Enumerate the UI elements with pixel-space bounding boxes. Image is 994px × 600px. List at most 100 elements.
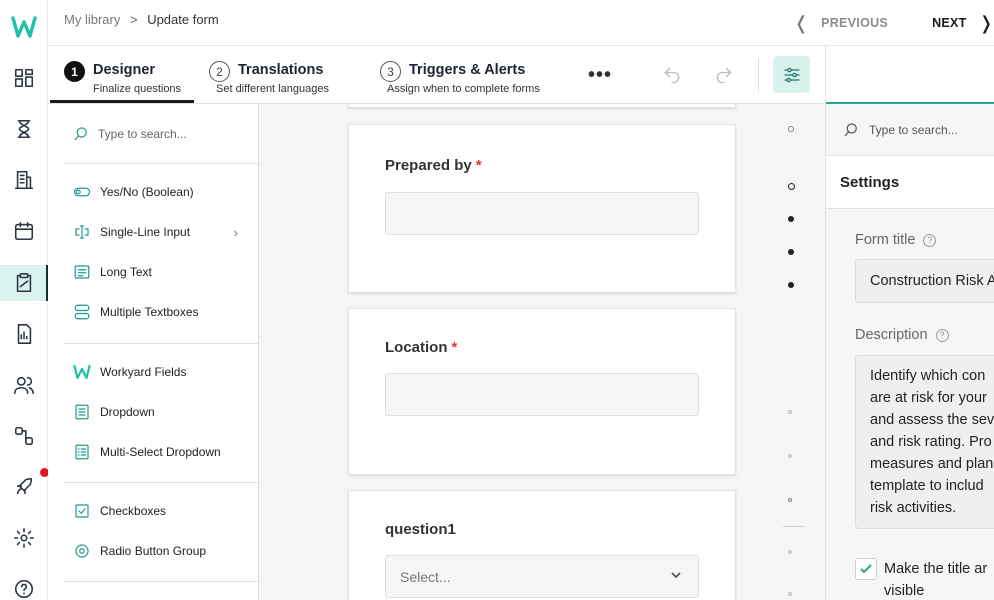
palette-item-workyard-fields[interactable]: Workyard Fields (72, 362, 252, 382)
question-card-previous[interactable] (348, 104, 736, 108)
previous-button[interactable]: ❬ PREVIOUS (794, 13, 888, 34)
question-text-input[interactable] (385, 192, 699, 235)
step-number: 1 (64, 61, 85, 82)
minimap-marker[interactable] (788, 282, 794, 288)
step-number: 3 (380, 61, 401, 82)
active-tab-underline (50, 100, 194, 103)
title-visible-checkbox-row[interactable]: Make the title ar visible (855, 558, 994, 600)
dashboard-icon[interactable] (12, 66, 36, 90)
form-title-label: Form title ? (855, 232, 937, 248)
palette-item-label: Yes/No (Boolean) (100, 185, 194, 199)
tab-triggers-alerts[interactable]: 3 Triggers & Alerts Assign when to compl… (380, 60, 540, 95)
workflow-icon[interactable] (12, 424, 36, 448)
previous-label: PREVIOUS (821, 16, 889, 30)
question-card[interactable]: Location * (348, 308, 736, 475)
gear-icon[interactable] (12, 526, 36, 550)
palette-item-label: Multiple Textboxes (100, 305, 199, 319)
undo-icon[interactable] (662, 65, 684, 85)
palette-group-selects: Workyard Fields Dropdown Multi-Select Dr… (64, 344, 258, 483)
users-icon[interactable] (12, 373, 36, 397)
dropdown-placeholder: Select... (400, 568, 451, 585)
palette-item-multiple-textboxes[interactable]: Multiple Textboxes (72, 302, 252, 322)
settings-heading: Settings (826, 156, 994, 209)
description-line: and assess the sev (870, 412, 994, 428)
minimap-marker[interactable] (788, 550, 792, 554)
minimap-marker[interactable] (788, 249, 794, 255)
clipboard-icon[interactable] (12, 271, 36, 295)
workyard-icon (72, 362, 92, 382)
description-line: and risk rating. Pro (870, 434, 992, 450)
text-cursor-icon (72, 222, 92, 242)
workyard-logo-icon[interactable] (11, 14, 37, 40)
palette-group-inputs: Yes/No (Boolean) Single-Line Input › Lon… (64, 164, 258, 344)
minimap-marker[interactable] (788, 410, 792, 414)
building-icon[interactable] (12, 168, 36, 192)
palette-item-label: Single-Line Input (100, 225, 191, 239)
tab-subtitle: Set different languages (216, 83, 329, 95)
settings-panel-toggle-button[interactable] (773, 56, 810, 93)
tab-subtitle: Finalize questions (93, 83, 182, 95)
palette-item-long-text[interactable]: Long Text (72, 262, 252, 282)
question-dropdown[interactable]: Select... (385, 555, 699, 598)
title-visible-label: Make the title ar visible (884, 558, 994, 600)
info-icon[interactable]: ? (923, 233, 937, 247)
redo-icon[interactable] (714, 65, 736, 85)
top-bar: My library > Update form ❬ PREVIOUS NEXT… (48, 0, 994, 46)
palette-group-choices: Checkboxes Radio Button Group (64, 483, 258, 582)
question-card[interactable]: Prepared by * (348, 124, 736, 293)
description-line: are at risk for your (870, 390, 987, 406)
description-line: template to includ (870, 478, 984, 494)
minimap-marker[interactable] (788, 454, 792, 458)
more-options-button[interactable]: ••• (588, 64, 612, 87)
minimap-marker-current[interactable] (788, 183, 795, 190)
palette-item-checkboxes[interactable]: Checkboxes (72, 501, 252, 521)
calendar-icon[interactable] (12, 219, 36, 243)
report-icon[interactable] (12, 322, 36, 346)
settings-search-input[interactable]: Type to search... (826, 104, 994, 156)
palette-item-multi-select-dropdown[interactable]: Multi-Select Dropdown (72, 442, 252, 462)
palette-item-radio-button-group[interactable]: Radio Button Group (72, 541, 252, 561)
form-title-input[interactable]: Construction Risk A (855, 259, 994, 303)
minimap-marker[interactable] (788, 216, 794, 222)
tab-designer[interactable]: 1 Designer Finalize questions (64, 60, 181, 95)
palette-item-yes-no[interactable]: Yes/No (Boolean) (72, 182, 252, 202)
description-label-text: Description (855, 327, 928, 343)
question-card[interactable]: question1 Select... (348, 490, 736, 600)
minimap-marker[interactable] (788, 126, 794, 132)
question-label-text: Prepared by (385, 157, 472, 174)
checkmark-icon (860, 564, 872, 574)
info-icon[interactable]: ? (935, 328, 949, 342)
search-icon (844, 122, 857, 136)
breadcrumb: My library > Update form (64, 12, 219, 27)
next-label: NEXT (932, 16, 967, 30)
chevron-right-icon: > (129, 12, 138, 27)
chevron-left-icon: ❬ (793, 12, 810, 33)
required-asterisk: * (451, 339, 458, 356)
rocket-icon[interactable] (12, 475, 36, 499)
dropdown-icon (72, 402, 92, 422)
palette-item-label: Workyard Fields (100, 365, 187, 379)
minimap-marker[interactable] (788, 498, 792, 502)
description-line: risk activities. (870, 500, 957, 516)
paragraph-icon (72, 262, 92, 282)
help-icon[interactable] (12, 577, 36, 600)
question-text-input[interactable] (385, 373, 699, 416)
step-number: 2 (209, 61, 230, 82)
question-palette: Type to search... Yes/No (Boolean) Singl… (48, 104, 259, 600)
description-textarea[interactable]: Identify which con are at risk for your … (855, 355, 994, 529)
step-tabs: 1 Designer Finalize questions 2 Translat… (48, 46, 824, 104)
question-minimap (783, 104, 823, 600)
palette-search-input[interactable]: Type to search... (64, 104, 258, 164)
settings-panel-header (826, 46, 994, 104)
palette-item-dropdown[interactable]: Dropdown (72, 402, 252, 422)
breadcrumb-root[interactable]: My library (64, 12, 120, 27)
chevron-down-icon (670, 568, 682, 580)
title-visible-checkbox[interactable] (855, 558, 877, 580)
hourglass-icon[interactable] (12, 117, 36, 141)
question-label-text: Location (385, 339, 448, 356)
tab-translations[interactable]: 2 Translations Set different languages (209, 60, 329, 95)
next-button[interactable]: NEXT ❭ (932, 13, 994, 34)
palette-item-single-line-input[interactable]: Single-Line Input › (72, 222, 252, 242)
tab-title: Triggers & Alerts (409, 62, 526, 78)
minimap-marker[interactable] (788, 592, 792, 596)
